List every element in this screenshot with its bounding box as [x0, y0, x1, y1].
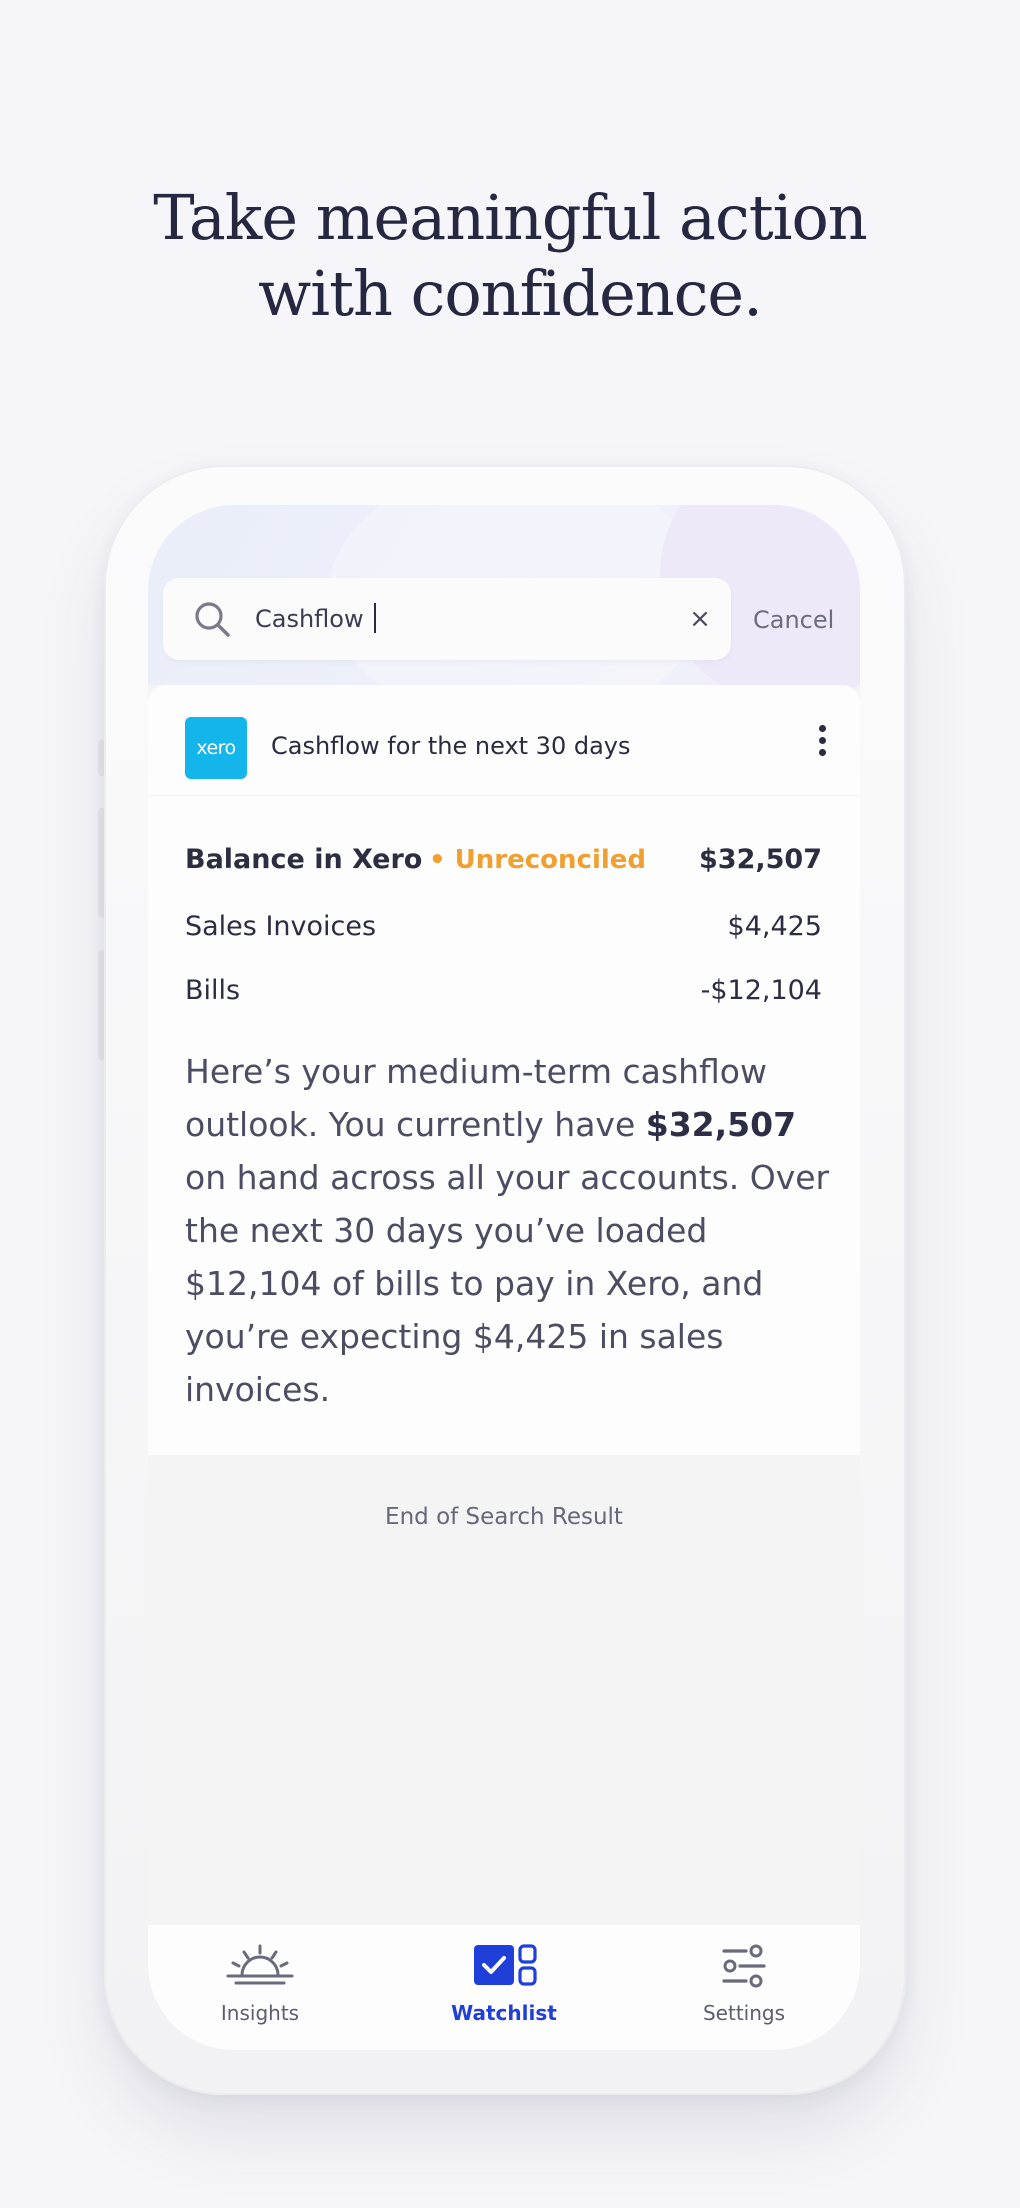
nav-label: Settings [702, 2001, 786, 2025]
text-caret [373, 603, 376, 633]
balance-row: Balance in Xero • Unreconciled $32,507 [185, 840, 822, 880]
card-title: Cashflow for the next 30 days [271, 732, 631, 760]
result-card[interactable]: xero Cashflow for the next 30 days Balan… [148, 685, 860, 1455]
watchlist-icon [474, 1944, 537, 1986]
sliders-icon [722, 1944, 766, 1988]
phone-screen: Cashflow × Cancel xero Cashflow for the … [148, 505, 860, 2050]
row-value: $32,507 [699, 844, 822, 875]
nav-item-settings[interactable]: Settings [664, 1943, 824, 2043]
sunrise-icon [226, 1944, 294, 1985]
end-of-results-label: End of Search Result [385, 1504, 623, 1530]
more-options-icon[interactable] [816, 725, 828, 765]
nav-label: Insights [220, 2001, 300, 2025]
search-input[interactable]: Cashflow × [163, 578, 731, 660]
headline-line-1: Take meaningful action [153, 181, 867, 254]
bottom-navigation: Insights Watchlist Settings [148, 1925, 860, 2050]
row-label: Sales Invoices [185, 911, 377, 942]
sales-invoices-row: Sales Invoices $4,425 [185, 907, 822, 947]
bills-row: Bills -$12,104 [185, 971, 822, 1011]
clear-icon[interactable]: × [687, 606, 713, 632]
summary-amount: $32,507 [645, 1105, 797, 1144]
nav-item-watchlist[interactable]: Watchlist [424, 1943, 584, 2043]
headline: Take meaningful action with confidence. [0, 180, 1020, 332]
search-icon [195, 602, 230, 637]
search-header: Cashflow × Cancel [148, 505, 860, 725]
headline-line-2: with confidence. [258, 257, 763, 330]
status-badge: • Unreconciled [429, 845, 647, 875]
summary-text: Here’s your medium-term cashflow outlook… [185, 1052, 830, 1409]
card-header: xero Cashflow for the next 30 days [148, 685, 860, 796]
cancel-button[interactable]: Cancel [753, 603, 834, 637]
row-label: Balance in Xero [185, 844, 423, 875]
row-label: Bills [185, 975, 241, 1006]
nav-item-insights[interactable]: Insights [180, 1943, 340, 2043]
xero-logo: xero [185, 717, 247, 779]
row-value: -$12,104 [700, 975, 822, 1006]
row-value: $4,425 [727, 911, 822, 942]
search-query: Cashflow [255, 605, 364, 633]
nav-label: Watchlist [451, 2001, 557, 2025]
